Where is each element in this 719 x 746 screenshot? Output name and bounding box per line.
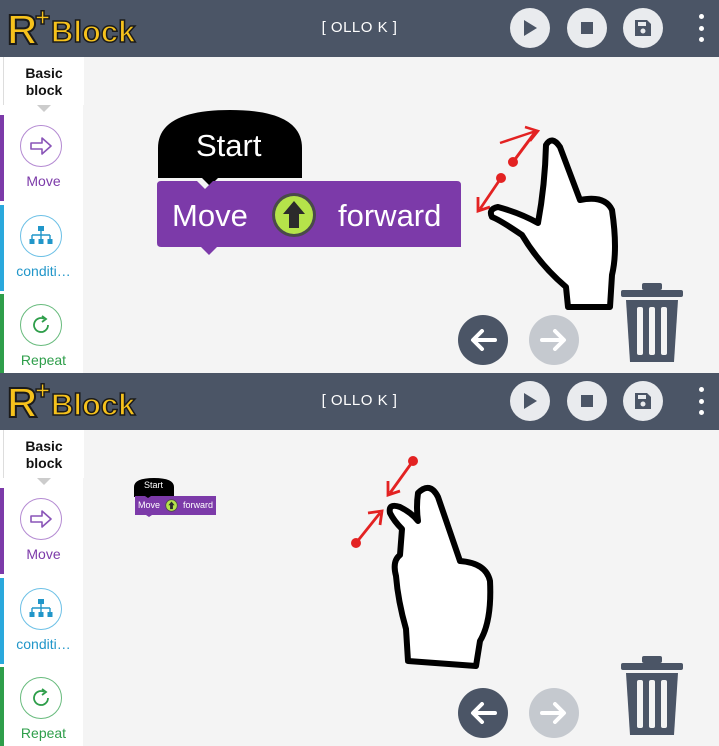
category-repeat-label: Repeat <box>20 725 67 741</box>
stop-button[interactable] <box>567 8 607 48</box>
start-block[interactable]: Start <box>158 126 303 166</box>
move-block[interactable]: Move forward <box>158 182 462 248</box>
start-block[interactable]: Start <box>134 480 174 492</box>
pinch-out-icon <box>476 125 618 310</box>
flowchart-icon <box>20 215 62 257</box>
arrow-right-icon <box>20 498 62 540</box>
basic-block-tab[interactable]: Basic block <box>3 430 84 485</box>
category-repeat[interactable]: Repeat <box>0 667 83 746</box>
category-repeat-label: Repeat <box>20 352 67 368</box>
save-button[interactable] <box>623 381 663 421</box>
start-block-label: Start <box>196 128 262 163</box>
redo-button[interactable] <box>529 688 579 738</box>
move-block[interactable]: Move forward <box>134 497 216 515</box>
basic-block-label-line1: Basic <box>25 65 63 81</box>
basic-block-label-line1: Basic <box>25 438 63 454</box>
undo-button[interactable] <box>458 315 508 365</box>
play-button[interactable] <box>510 381 550 421</box>
arrow-left-icon <box>471 329 497 351</box>
arrow-right-icon <box>20 125 62 167</box>
trash-icon[interactable] <box>620 655 684 737</box>
direction-label: forward <box>338 198 442 233</box>
category-condition[interactable]: conditi… <box>0 578 83 664</box>
arrow-right-icon <box>540 702 566 724</box>
trash-icon[interactable] <box>620 282 684 364</box>
arrow-left-icon <box>471 702 497 724</box>
play-icon <box>524 20 537 36</box>
direction-label: forward <box>183 500 214 510</box>
pinch-in-icon <box>351 456 494 669</box>
move-block-label: Move <box>138 500 161 510</box>
basic-block-tab[interactable]: Basic block <box>3 57 84 112</box>
category-move[interactable]: Move <box>0 115 83 201</box>
repeat-icon <box>20 304 62 346</box>
arrow-up-icon[interactable] <box>271 192 317 238</box>
start-block-label: Start <box>144 480 164 490</box>
save-icon <box>635 20 651 36</box>
more-menu-button[interactable] <box>697 14 705 42</box>
top-bar: R + Block [ OLLO K ] <box>0 373 719 430</box>
block-palette: Basic block Move conditi… Repeat <box>0 430 84 746</box>
save-icon <box>635 393 651 409</box>
category-move-label: Move <box>26 173 61 189</box>
device-title: [ OLLO K ] <box>321 392 398 409</box>
category-condition[interactable]: conditi… <box>0 205 83 291</box>
top-bar: R + Block [ OLLO K ] <box>0 0 719 57</box>
play-icon <box>524 393 537 409</box>
block-palette: Basic block Move conditi… Repeat <box>0 57 84 373</box>
save-button[interactable] <box>623 8 663 48</box>
screen-zoomed-out: R + Block [ OLLO K ] Basic block Move co… <box>0 373 719 746</box>
redo-button[interactable] <box>529 315 579 365</box>
basic-block-label-line2: block <box>25 455 63 471</box>
device-title: [ OLLO K ] <box>321 19 398 36</box>
category-move-label: Move <box>26 546 61 562</box>
stop-button[interactable] <box>567 381 607 421</box>
arrow-right-icon <box>540 329 566 351</box>
stop-icon <box>581 22 593 34</box>
category-condition-label: conditi… <box>16 636 71 652</box>
repeat-icon <box>20 677 62 719</box>
undo-button[interactable] <box>458 688 508 738</box>
play-button[interactable] <box>510 8 550 48</box>
category-move[interactable]: Move <box>0 488 83 574</box>
stop-icon <box>581 395 593 407</box>
screen-zoomed-in: R + Block [ OLLO K ] Basic block Move co… <box>0 0 719 373</box>
category-repeat[interactable]: Repeat <box>0 294 83 373</box>
arrow-up-icon[interactable] <box>165 499 178 512</box>
basic-block-label-line2: block <box>25 82 63 98</box>
flowchart-icon <box>20 588 62 630</box>
more-menu-button[interactable] <box>697 387 705 415</box>
category-condition-label: conditi… <box>16 263 71 279</box>
move-block-label: Move <box>172 198 248 233</box>
